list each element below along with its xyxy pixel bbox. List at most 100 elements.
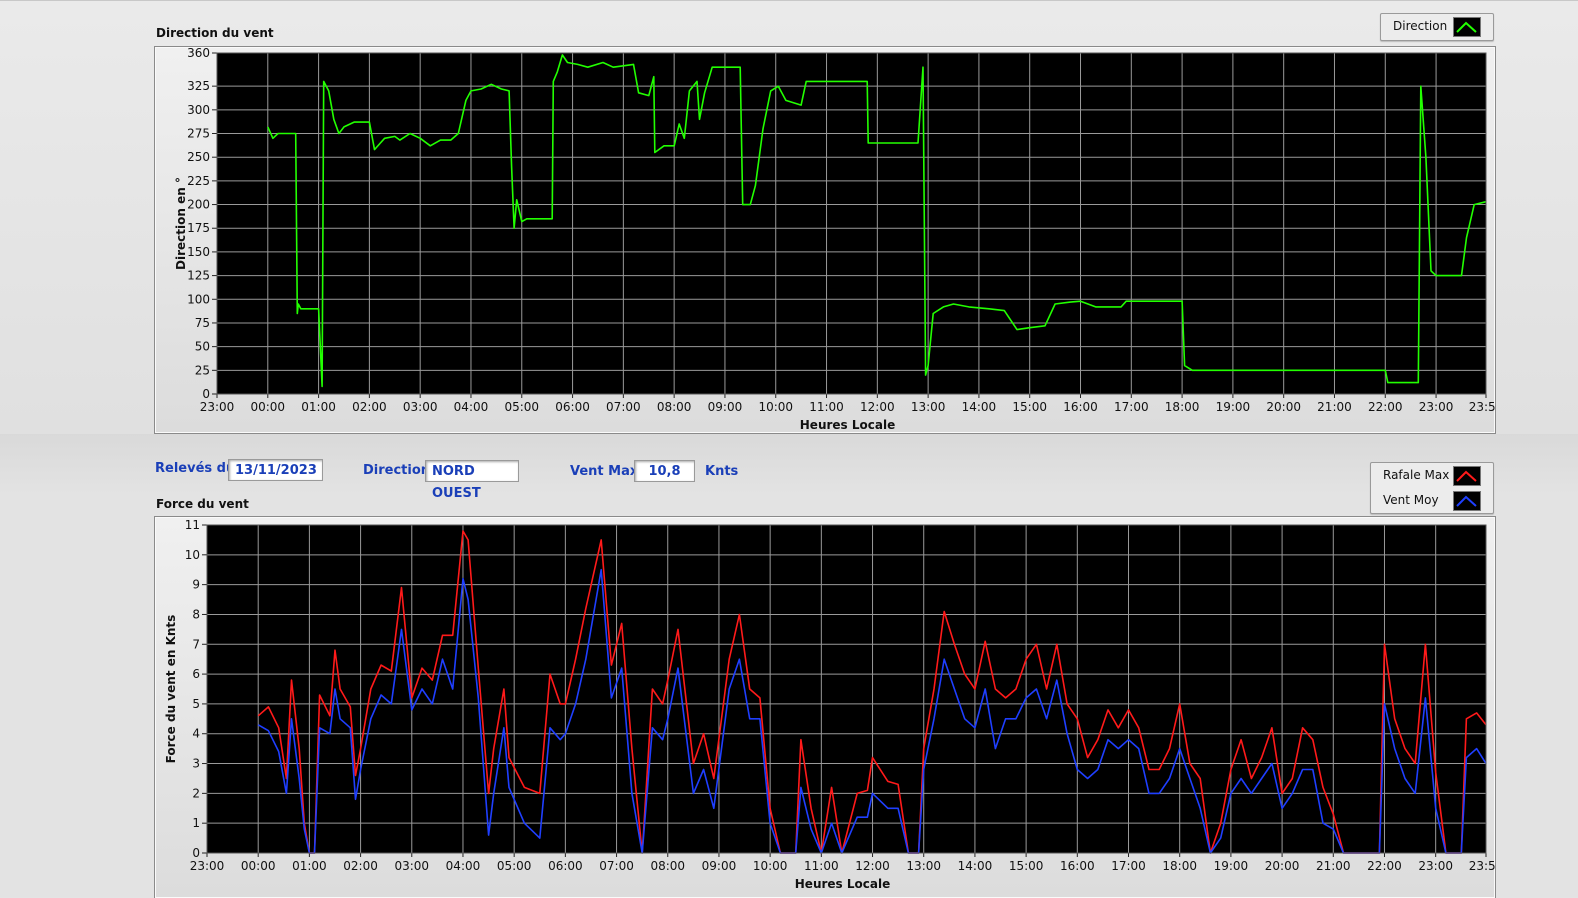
chart-force-plot-area	[207, 525, 1486, 853]
x-tick-label: 01:00	[292, 859, 327, 873]
x-tick-label: 08:00	[650, 859, 685, 873]
y-tick-label: 8	[192, 607, 200, 621]
x-tick-label: 04:00	[454, 400, 489, 414]
legend-swatch-direction	[1453, 17, 1481, 37]
y-tick-label: 100	[187, 292, 210, 306]
x-tick-label: 01:00	[301, 400, 336, 414]
legend-item-rafale[interactable]: Rafale Max	[1371, 463, 1493, 487]
chart-direction-plot-area	[217, 53, 1486, 394]
y-tick-label: 6	[192, 667, 200, 681]
legend-swatch-ventmoy	[1453, 491, 1481, 511]
ventmax-unit: Knts	[705, 464, 739, 479]
direction-chart[interactable]: 23:00 00:00 01:00 02:00 03:00 04:00 05:00 06:00…	[154, 46, 1496, 434]
y-tick-label: 7	[192, 637, 200, 651]
x-tick-label: 23:00	[200, 400, 235, 414]
y-tick-label: 4	[192, 727, 200, 741]
x-tick-label: 20:00	[1266, 400, 1301, 414]
legend-item-direction[interactable]: Direction	[1381, 14, 1493, 38]
y-tick-label: 5	[192, 697, 200, 711]
x-tick-label: 06:00	[555, 400, 590, 414]
x-tick-label: 16:00	[1063, 400, 1098, 414]
direction-label: Direction	[363, 463, 431, 478]
x-tick-label: 02:00	[352, 400, 387, 414]
y-tick-label: 125	[187, 269, 210, 283]
x-tick-label: 08:00	[657, 400, 692, 414]
x-tick-label: 12:00	[855, 859, 890, 873]
y-tick-label: 10	[185, 548, 200, 562]
x-tick-label: 23:59	[1469, 859, 1496, 873]
force-legend: Rafale Max Vent Moy	[1370, 462, 1494, 514]
x-tick-label: 00:00	[241, 859, 276, 873]
x-tick-label: 11:00	[809, 400, 844, 414]
x-axis-label: Heures Locale	[795, 877, 890, 891]
x-tick-label: 10:00	[753, 859, 788, 873]
line-style-icon	[1456, 21, 1477, 33]
ventmax-label: Vent Max	[570, 464, 639, 479]
x-tick-label: 23:00	[1419, 400, 1454, 414]
x-tick-label: 23:00	[1418, 859, 1453, 873]
y-tick-label: 1	[192, 816, 200, 830]
x-tick-label: 19:00	[1216, 400, 1251, 414]
force-chart[interactable]: 23:00 00:00 01:00 02:00 03:00 04:00 05:00 06:00…	[154, 516, 1496, 897]
line-style-icon	[1456, 470, 1477, 482]
y-tick-label: 75	[195, 316, 210, 330]
y-tick-label: 325	[187, 79, 210, 93]
legend-item-ventmoy[interactable]: Vent Moy	[1371, 488, 1493, 512]
x-tick-label: 23:00	[190, 859, 225, 873]
line-style-icon	[1456, 495, 1477, 507]
y-tick-label: 11	[185, 518, 200, 532]
x-tick-label: 20:00	[1265, 859, 1300, 873]
x-tick-label: 14:00	[962, 400, 997, 414]
x-tick-label: 04:00	[446, 859, 481, 873]
x-tick-label: 11:00	[804, 859, 839, 873]
x-tick-label: 07:00	[599, 859, 634, 873]
legend-label-ventmoy: Vent Moy	[1383, 493, 1439, 507]
date-field[interactable]: 13/11/2023	[228, 459, 323, 481]
ventmax-field[interactable]: 10,8	[634, 460, 695, 482]
x-tick-label: 17:00	[1114, 400, 1149, 414]
x-tick-label: 00:00	[250, 400, 285, 414]
x-tick-label: 05:00	[497, 859, 532, 873]
x-tick-label: 23:59	[1469, 400, 1496, 414]
x-tick-label: 07:00	[606, 400, 641, 414]
y-tick-label: 9	[192, 578, 200, 592]
y-tick-label: 25	[195, 363, 210, 377]
x-tick-label: 19:00	[1214, 859, 1249, 873]
x-tick-label: 18:00	[1165, 400, 1200, 414]
y-tick-label: 0	[202, 387, 210, 401]
legend-label-direction: Direction	[1393, 19, 1448, 33]
x-tick-label: 13:00	[911, 400, 946, 414]
direction-legend: Direction	[1380, 13, 1494, 41]
x-tick-label: 21:00	[1317, 400, 1352, 414]
legend-label-rafale: Rafale Max	[1383, 468, 1450, 482]
x-tick-label: 17:00	[1111, 859, 1146, 873]
y-tick-label: 300	[187, 103, 210, 117]
y-tick-label: 250	[187, 150, 210, 164]
x-tick-label: 13:00	[906, 859, 941, 873]
direction-chart-title: Direction du vent	[156, 26, 274, 40]
direction-field[interactable]: NORD OUEST	[425, 460, 519, 501]
x-tick-label: 03:00	[403, 400, 438, 414]
y-tick-label: 150	[187, 245, 210, 259]
x-tick-label: 18:00	[1162, 859, 1197, 873]
x-tick-label: 15:00	[1009, 859, 1044, 873]
legend-swatch-rafale	[1453, 466, 1481, 486]
y-tick-label: 175	[187, 221, 210, 235]
x-tick-label: 16:00	[1060, 859, 1095, 873]
y-tick-label: 225	[187, 174, 210, 188]
x-tick-label: 15:00	[1012, 400, 1047, 414]
y-tick-label: 50	[195, 340, 210, 354]
force-chart-title: Force du vent	[156, 497, 249, 511]
y-axis-label: Direction en °	[174, 177, 188, 270]
x-tick-label: 21:00	[1316, 859, 1351, 873]
x-tick-label: 22:00	[1367, 859, 1402, 873]
x-tick-label: 09:00	[708, 400, 743, 414]
x-tick-label: 22:00	[1368, 400, 1403, 414]
x-tick-label: 10:00	[758, 400, 793, 414]
x-tick-label: 09:00	[702, 859, 737, 873]
y-tick-label: 200	[187, 198, 210, 212]
x-tick-label: 06:00	[548, 859, 583, 873]
y-axis-label: Force du vent en Knts	[164, 615, 178, 764]
y-tick-label: 275	[187, 127, 210, 141]
x-tick-label: 02:00	[343, 859, 378, 873]
